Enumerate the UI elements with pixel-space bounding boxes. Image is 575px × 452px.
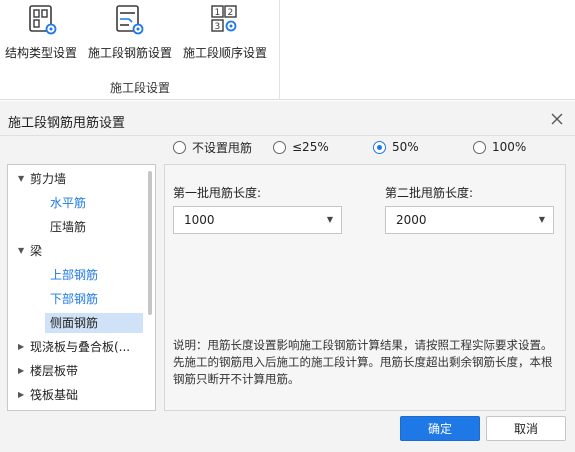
title-divider [0, 135, 575, 136]
radio-circle [273, 140, 286, 154]
structure-type-settings-button[interactable]: 结构类型设置 [4, 4, 78, 62]
expanded-arrow-icon[interactable]: ▼ [18, 169, 24, 189]
radio-label: ≤25% [292, 140, 329, 154]
sequence-numbers-gear-icon: 1 2 3 [211, 5, 237, 32]
lap-length-panel: 第一批甩筋长度: 1000 ▼ 第二批甩筋长度: 2000 ▼ 说明：甩筋长度设… [164, 164, 566, 411]
description-note: 说明：甩筋长度设置影响施工段钢筋计算结果，请按照工程实际要求设置。先施工的钢筋甩… [173, 338, 553, 386]
tree-child-label: 压墙筋 [50, 220, 87, 234]
tree-node-shear-wall[interactable]: ▼ 剪力墙 [8, 169, 148, 189]
tree-node-beam[interactable]: ▼ 梁 [8, 241, 148, 261]
tree-child-horizontal-rebar[interactable]: 水平筋 [8, 193, 148, 213]
radio-circle [173, 140, 186, 154]
tree-node-label: 楼层板带 [30, 364, 79, 378]
section-rebar-settings-button[interactable]: 施工段钢筋设置 [86, 4, 174, 62]
svg-text:2: 2 [228, 8, 234, 18]
tree-child-bottom-rebar[interactable]: 下部钢筋 [8, 289, 148, 309]
ok-button[interactable]: 确定 [400, 416, 480, 441]
radio-label: 不设置甩筋 [192, 140, 253, 155]
cancel-button[interactable]: 取消 [486, 416, 566, 441]
radio-100[interactable]: 100% [473, 139, 526, 155]
tree-node-label: 现浇板与叠合板(... [30, 340, 131, 354]
structure-type-settings-label: 结构类型设置 [4, 46, 77, 60]
dialog-title: 施工段钢筋甩筋设置 [8, 116, 126, 131]
second-batch-label: 第二批甩筋长度: [385, 186, 474, 200]
expanded-arrow-icon[interactable]: ▼ [18, 241, 24, 261]
tree-child-label: 侧面钢筋 [50, 316, 99, 330]
collapsed-arrow-icon[interactable]: ▶ [18, 337, 24, 357]
collapsed-arrow-icon[interactable]: ▶ [18, 385, 24, 405]
radio-label: 100% [492, 140, 527, 154]
ribbon-group-title: 施工段设置 [109, 81, 170, 95]
svg-text:1: 1 [215, 8, 221, 18]
chevron-down-icon: ▼ [326, 215, 333, 224]
ribbon: 结构类型设置 施工段钢筋设置 1 2 3 施工段顺序设置 施工段设置 [0, 0, 575, 100]
tree-node-label: 梁 [30, 244, 43, 258]
first-batch-label: 第一批甩筋长度: [173, 186, 262, 200]
tree-child-label: 下部钢筋 [50, 292, 99, 306]
section-sequence-settings-button[interactable]: 1 2 3 施工段顺序设置 [181, 4, 269, 62]
close-icon[interactable] [549, 111, 565, 127]
radio-no-lap[interactable]: 不设置甩筋 [173, 139, 252, 155]
section-rebar-settings-label: 施工段钢筋设置 [87, 46, 172, 60]
structure-grid-gear-icon [29, 5, 57, 35]
component-tree: ▼ 剪力墙 水平筋 压墙筋 ▼ 梁 上部钢筋 下部钢筋 侧面钢筋 ▶ 现浇板与叠… [7, 164, 156, 411]
tree-child-label: 水平筋 [50, 196, 87, 210]
radio-circle-selected [373, 140, 386, 154]
tree-child-label: 上部钢筋 [50, 268, 99, 282]
collapsed-arrow-icon[interactable]: ▶ [18, 361, 24, 381]
tree-scrollbar[interactable] [148, 171, 152, 315]
second-batch-value: 2000 [396, 213, 427, 227]
rebar-lap-settings-dialog: 施工段钢筋甩筋设置 不设置甩筋 ≤25% 50% 100% ▼ 剪力墙 水平筋 … [0, 101, 575, 452]
radio-50[interactable]: 50% [373, 139, 419, 155]
second-batch-length-select[interactable]: 2000 ▼ [385, 206, 554, 234]
rebar-gear-icon [116, 5, 144, 35]
tree-child-top-rebar[interactable]: 上部钢筋 [8, 265, 148, 285]
tree-node-label: 剪力墙 [30, 172, 67, 186]
radio-circle [473, 140, 486, 154]
tree-node-label: 筏板基础 [30, 388, 79, 402]
first-batch-length-select[interactable]: 1000 ▼ [173, 206, 342, 234]
radio-label: 50% [392, 140, 419, 154]
section-sequence-settings-label: 施工段顺序设置 [182, 46, 267, 60]
radio-le-25[interactable]: ≤25% [273, 139, 329, 155]
tree-child-side-rebar-selected[interactable]: 侧面钢筋 [45, 313, 143, 333]
tree-node-cast-slab[interactable]: ▶ 现浇板与叠合板(... [8, 337, 148, 357]
tree-node-raft-foundation[interactable]: ▶ 筏板基础 [8, 385, 148, 405]
ribbon-group-construction-section: 结构类型设置 施工段钢筋设置 1 2 3 施工段顺序设置 施工段设置 [0, 0, 280, 100]
first-batch-value: 1000 [184, 213, 215, 227]
chevron-down-icon: ▼ [538, 215, 545, 224]
tree-child-wall-press-rebar[interactable]: 压墙筋 [8, 217, 148, 237]
svg-text:3: 3 [215, 22, 221, 32]
tree-node-floor-strip[interactable]: ▶ 楼层板带 [8, 361, 148, 381]
